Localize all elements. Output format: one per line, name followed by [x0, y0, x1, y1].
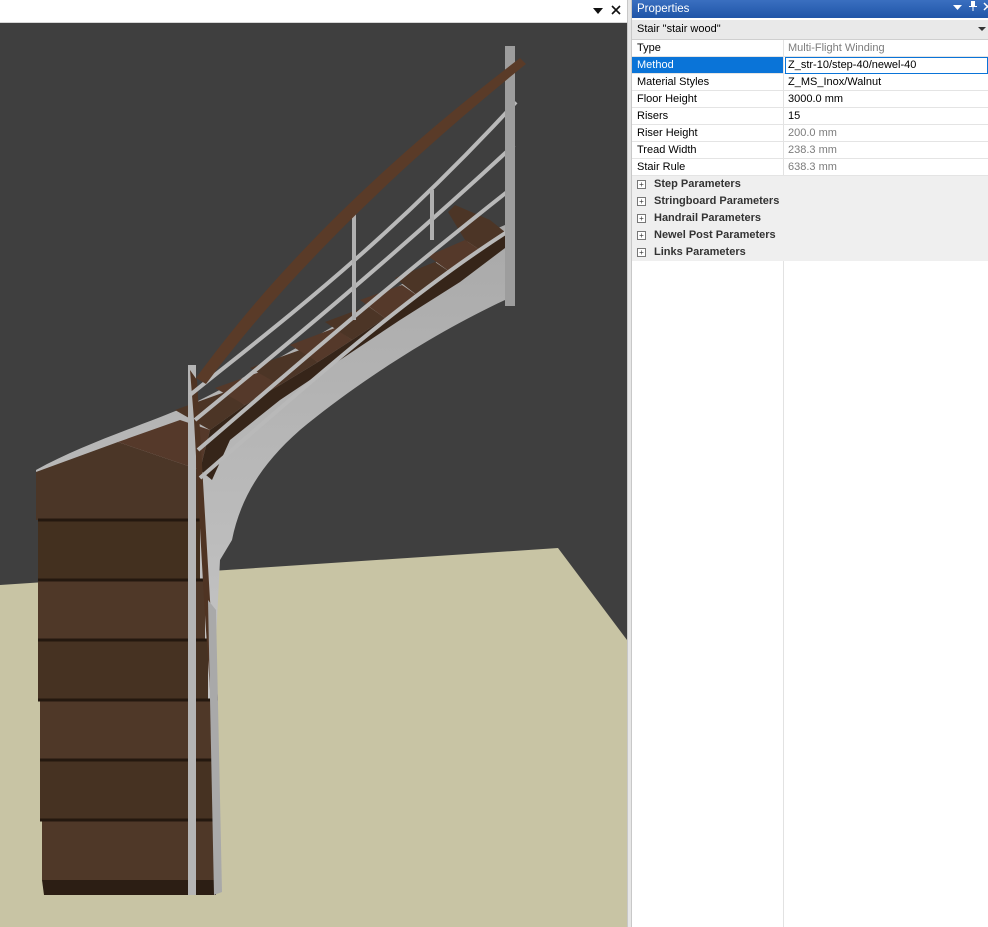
group-label: Handrail Parameters — [654, 212, 761, 224]
property-row-stair-rule[interactable]: Stair Rule 638.3 mm — [632, 159, 988, 176]
property-value[interactable]: 15 — [788, 108, 800, 124]
property-name: Stair Rule — [637, 161, 686, 173]
property-value[interactable]: Z_str-10/step-40/newel-40 — [788, 57, 916, 73]
group-label: Step Parameters — [654, 178, 741, 190]
stair-3d-model[interactable] — [0, 22, 627, 927]
property-name: Method — [637, 59, 674, 71]
3d-viewport[interactable] — [0, 0, 627, 927]
close-icon — [982, 2, 988, 11]
properties-title: Properties — [637, 3, 690, 15]
property-value[interactable]: 3000.0 mm — [788, 91, 843, 107]
property-row-type[interactable]: Type Multi-Flight Winding — [632, 40, 988, 57]
pin-icon — [969, 1, 977, 11]
property-row-tread-width[interactable]: Tread Width 238.3 mm — [632, 142, 988, 159]
property-row-method[interactable]: Method Z_str-10/step-40/newel-40 — [632, 57, 988, 74]
group-label: Stringboard Parameters — [654, 195, 780, 207]
property-name: Floor Height — [637, 93, 697, 105]
property-name: Riser Height — [637, 127, 698, 139]
property-grid: Type Multi-Flight Winding Method Z_str-1… — [632, 40, 988, 927]
object-selector[interactable]: Stair "stair wood" — [632, 20, 988, 40]
object-selector-dropdown[interactable] — [978, 20, 986, 39]
chevron-down-icon — [593, 8, 603, 14]
group-label: Links Parameters — [654, 246, 746, 258]
expand-icon[interactable]: + — [637, 197, 646, 206]
property-row-riser-height[interactable]: Riser Height 200.0 mm — [632, 125, 988, 142]
property-row-material-styles[interactable]: Material Styles Z_MS_Inox/Walnut — [632, 74, 988, 91]
close-icon — [611, 5, 621, 15]
expand-icon[interactable]: + — [637, 231, 646, 240]
viewport-header — [0, 0, 627, 23]
pin-button[interactable] — [966, 0, 980, 18]
expand-icon[interactable]: + — [637, 214, 646, 223]
property-value: Multi-Flight Winding — [788, 42, 885, 54]
object-selector-label: Stair "stair wood" — [637, 23, 721, 35]
property-name: Risers — [637, 110, 669, 122]
property-value: 238.3 mm — [788, 144, 837, 156]
viewport-close-button[interactable] — [609, 3, 623, 19]
panel-menu-button[interactable] — [950, 0, 964, 18]
property-name: Type — [637, 42, 661, 54]
property-value: 200.0 mm — [788, 127, 837, 139]
property-value[interactable]: Z_MS_Inox/Walnut — [788, 74, 881, 90]
group-newel-post-parameters[interactable]: + Newel Post Parameters — [632, 227, 988, 244]
expand-icon[interactable]: + — [637, 248, 646, 257]
chevron-down-icon — [952, 5, 962, 10]
group-stringboard-parameters[interactable]: + Stringboard Parameters — [632, 193, 988, 210]
property-row-floor-height[interactable]: Floor Height 3000.0 mm — [632, 91, 988, 108]
property-name: Material Styles — [637, 76, 710, 88]
group-label: Newel Post Parameters — [654, 229, 776, 241]
properties-title-bar: Properties — [632, 0, 988, 18]
expand-icon[interactable]: + — [637, 180, 646, 189]
property-row-risers[interactable]: Risers 15 — [632, 108, 988, 125]
viewport-menu-button[interactable] — [591, 3, 605, 19]
property-value: 638.3 mm — [788, 161, 837, 173]
properties-panel: Properties Stair "stair wood" Type Multi… — [632, 0, 988, 927]
group-step-parameters[interactable]: + Step Parameters — [632, 176, 988, 193]
property-name: Tread Width — [637, 144, 697, 156]
panel-close-button[interactable] — [980, 0, 988, 18]
group-links-parameters[interactable]: + Links Parameters — [632, 244, 988, 261]
chevron-down-icon — [978, 27, 986, 31]
group-handrail-parameters[interactable]: + Handrail Parameters — [632, 210, 988, 227]
